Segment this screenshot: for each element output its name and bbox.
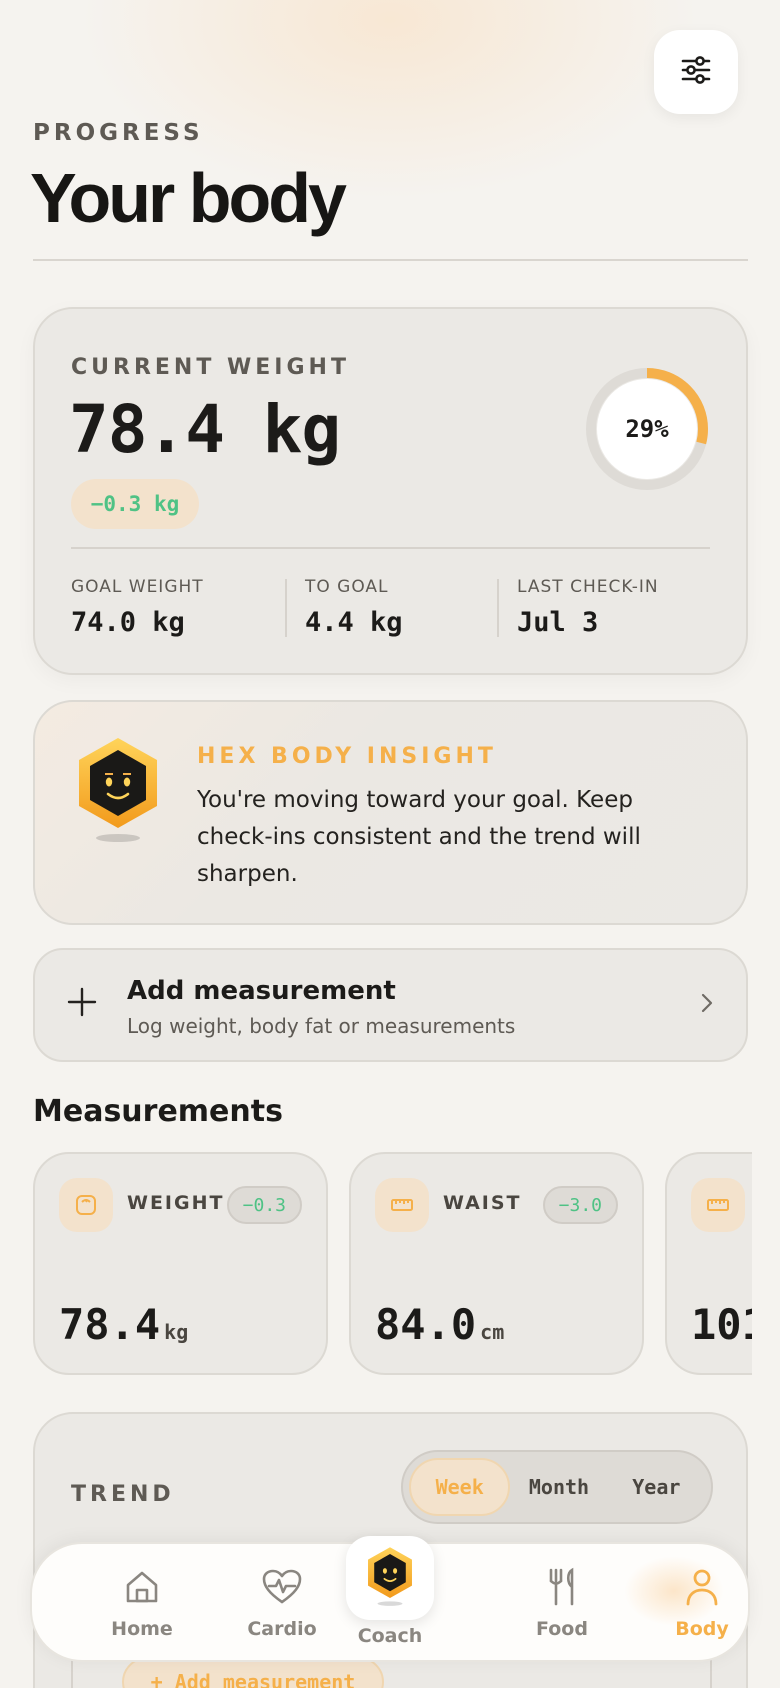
- measurement-name: WAIST: [443, 1192, 522, 1214]
- goal-weight-label: GOAL WEIGHT: [71, 577, 204, 597]
- fork-knife-icon: [507, 1566, 617, 1608]
- nav-cardio-label: Cardio: [247, 1618, 317, 1640]
- measurement-name: WEIGHT: [127, 1192, 225, 1214]
- scale-icon: [59, 1178, 113, 1232]
- home-icon: [87, 1566, 197, 1608]
- chevron-right-icon: [700, 988, 714, 1021]
- to-goal-stat: TO GOAL 4.4 kg: [305, 577, 403, 638]
- insight-title: HEX BODY INSIGHT: [197, 744, 497, 769]
- measurement-card-waist[interactable]: WAIST −3.0 84.0 cm: [349, 1152, 644, 1375]
- hex-coach-icon: [365, 1545, 415, 1611]
- measurement-number: 84.0: [375, 1300, 477, 1349]
- measurement-value: 101: [691, 1300, 752, 1349]
- measurement-card-weight[interactable]: WEIGHT −0.3 78.4 kg: [33, 1152, 328, 1375]
- measurement-unit: cm: [480, 1320, 505, 1344]
- last-checkin-label: LAST CHECK-IN: [517, 577, 659, 597]
- nav-coach[interactable]: [346, 1536, 434, 1620]
- measurements-title: Measurements: [33, 1094, 283, 1129]
- measurement-delta-badge: −3.0: [542, 1186, 618, 1224]
- nav-food-label: Food: [536, 1618, 588, 1640]
- current-weight-label: CURRENT WEIGHT: [71, 355, 350, 380]
- title-divider: [33, 259, 748, 261]
- to-goal-value: 4.4 kg: [305, 607, 403, 638]
- measurement-delta-badge: −0.3: [226, 1186, 302, 1224]
- measurement-number: 101: [691, 1300, 752, 1349]
- measurement-value: 84.0 cm: [375, 1300, 504, 1349]
- hex-mascot-icon: [75, 734, 161, 844]
- insight-text: You're moving toward your goal. Keep che…: [197, 787, 641, 887]
- nav-body-label: Body: [675, 1618, 729, 1640]
- period-year-tab[interactable]: Year: [608, 1458, 705, 1516]
- period-segmented-control: Week Month Year: [401, 1450, 713, 1524]
- nav-home-label: Home: [111, 1618, 173, 1640]
- goal-weight-stat: GOAL WEIGHT 74.0 kg: [71, 577, 204, 638]
- last-checkin-value: Jul 3: [517, 607, 599, 638]
- measurement-unit: kg: [164, 1320, 189, 1344]
- body-insight-card: HEX BODY INSIGHT You're moving toward yo…: [33, 700, 748, 925]
- plus-icon: [67, 984, 97, 1024]
- measurement-number: 78.4: [59, 1300, 161, 1349]
- page-title: Your body: [30, 159, 347, 237]
- measurements-carousel[interactable]: WEIGHT −0.3 78.4kg WAIST −3.0 84.0cm 101: [0, 1140, 752, 1390]
- nav-home[interactable]: Home: [87, 1566, 197, 1640]
- page-overline: PROGRESS: [33, 120, 204, 146]
- weight-card-divider: [71, 547, 710, 549]
- weight-delta-badge: −0.3 kg: [71, 479, 199, 529]
- filter-button[interactable]: [654, 30, 738, 114]
- goal-weight-value: 74.0 kg: [71, 607, 185, 638]
- sliders-icon: [679, 53, 713, 91]
- stat-divider: [285, 579, 287, 637]
- ruler-icon: [691, 1178, 745, 1232]
- last-checkin-stat: LAST CHECK-IN Jul 3: [517, 577, 659, 638]
- goal-progress-percent: 29%: [625, 415, 669, 443]
- to-goal-label: TO GOAL: [305, 577, 389, 597]
- current-weight-card: CURRENT WEIGHT 78.4 kg −0.3 kg 29% GOAL …: [33, 307, 748, 675]
- add-measurement-title: Add measurement: [127, 976, 396, 1006]
- stat-divider: [497, 579, 499, 637]
- trend-label: TREND: [71, 1482, 175, 1507]
- measurement-card-partial[interactable]: 101: [665, 1152, 752, 1375]
- period-week-tab[interactable]: Week: [409, 1458, 511, 1516]
- nav-food[interactable]: Food: [507, 1566, 617, 1640]
- nav-cardio[interactable]: Cardio: [227, 1566, 337, 1640]
- person-icon: [647, 1566, 757, 1608]
- current-weight-value: 78.4 kg: [69, 391, 341, 468]
- period-month-tab[interactable]: Month: [510, 1458, 607, 1516]
- heart-pulse-icon: [227, 1566, 337, 1608]
- add-measurement-button[interactable]: Add measurement Log weight, body fat or …: [33, 948, 748, 1062]
- nav-body[interactable]: Body: [647, 1566, 757, 1640]
- measurement-value: 78.4 kg: [59, 1300, 188, 1349]
- add-measurement-subtitle: Log weight, body fat or measurements: [127, 1014, 516, 1038]
- nav-coach-label: Coach: [357, 1625, 423, 1647]
- ruler-icon: [375, 1178, 429, 1232]
